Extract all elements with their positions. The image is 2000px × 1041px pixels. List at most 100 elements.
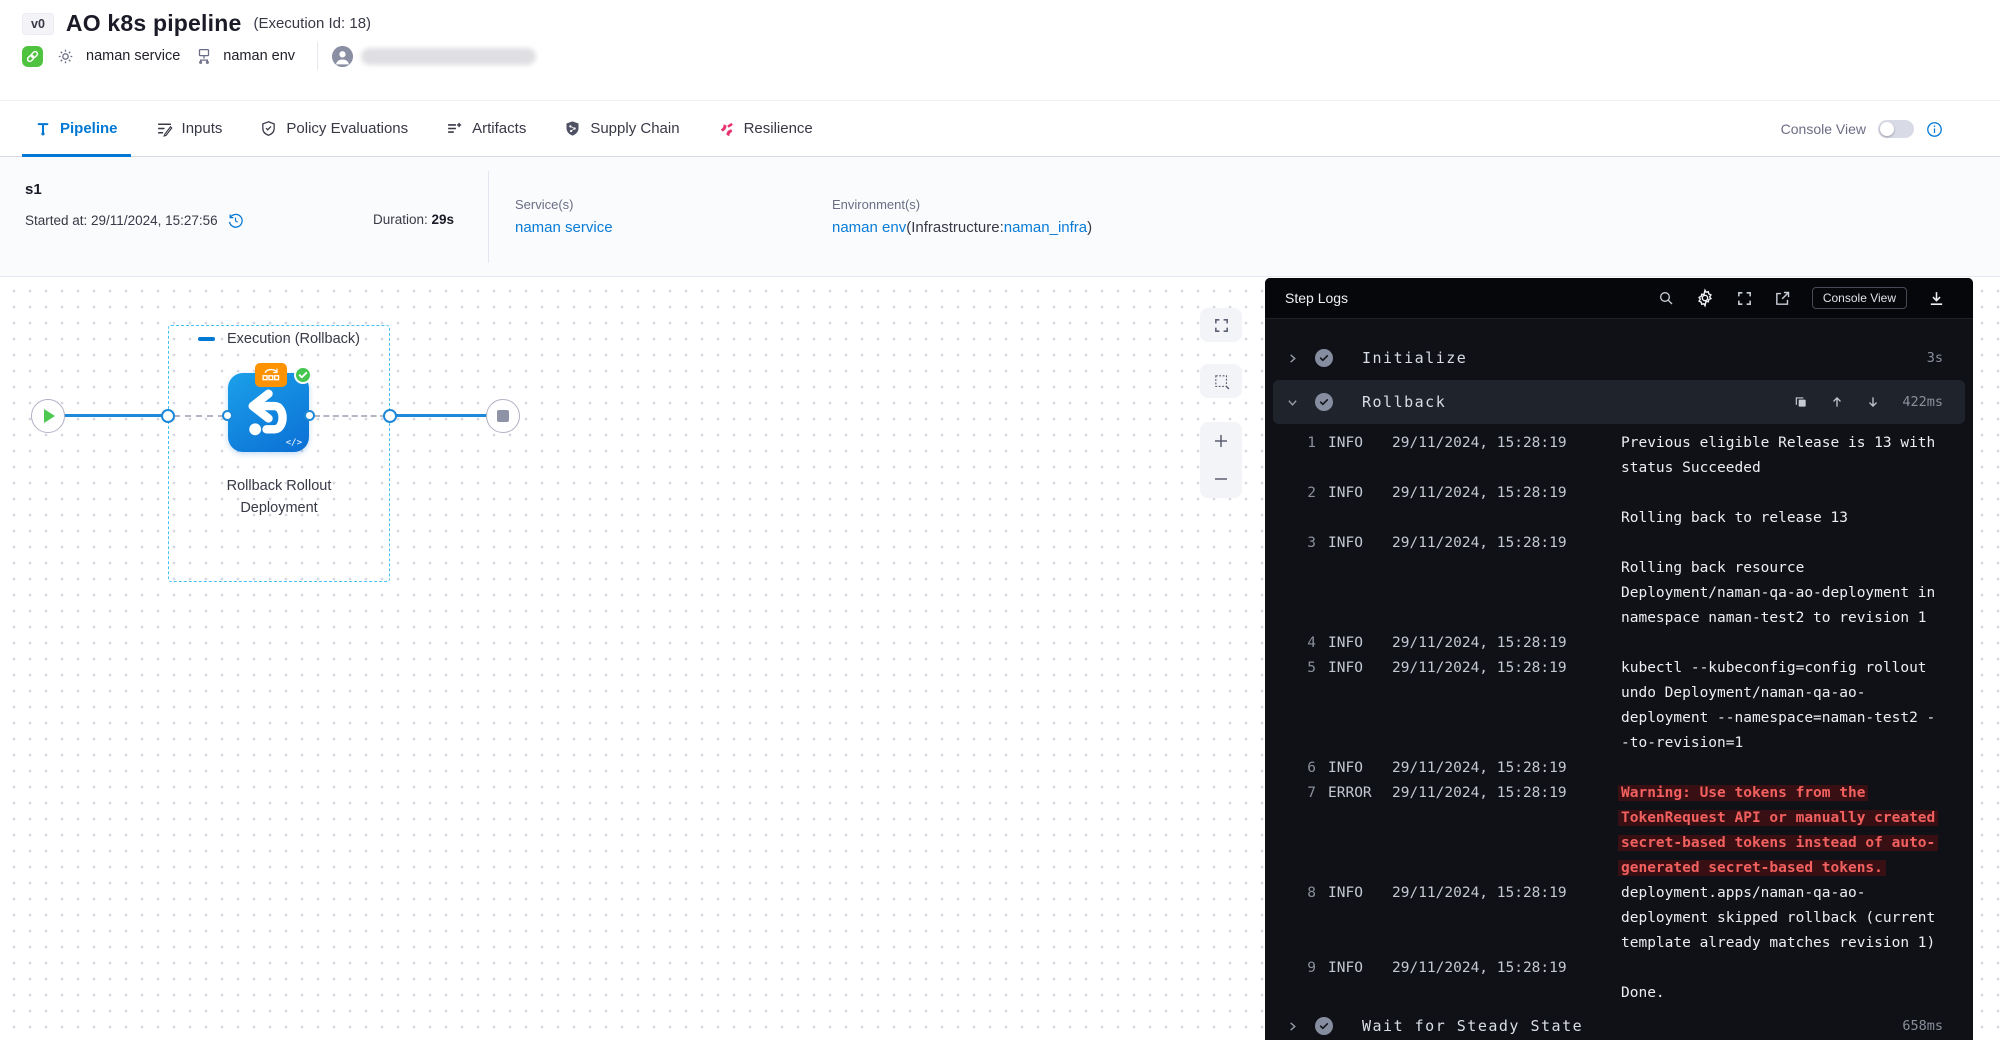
console-view-label: Console View — [1781, 121, 1866, 137]
pipeline-icon — [35, 120, 51, 137]
chevron-right-icon[interactable] — [1287, 1021, 1299, 1032]
console-view-button[interactable]: Console View — [1812, 287, 1907, 309]
stop-icon — [497, 410, 509, 422]
log-row: 7ERROR29/11/2024, 15:28:19Warning: Use t… — [1265, 781, 1973, 881]
services-column: Service(s) naman service — [515, 197, 613, 236]
tab-label: Artifacts — [472, 120, 526, 137]
log-lines: 1INFO29/11/2024, 15:28:19Previous eligib… — [1265, 424, 1973, 1006]
download-logs-icon[interactable] — [1928, 290, 1945, 307]
duration-label: Duration: — [373, 212, 432, 227]
step-name: Wait for Steady State — [1362, 1017, 1583, 1035]
log-settings-gear-icon[interactable] — [1695, 288, 1715, 308]
fullscreen-icon[interactable] — [1736, 290, 1753, 307]
gear-icon[interactable] — [56, 47, 75, 66]
group-label-text: Execution (Rollback) — [227, 331, 360, 347]
step-success-badge-icon — [294, 366, 312, 384]
header-environment-name: naman env — [223, 48, 295, 64]
log-row: 5INFO29/11/2024, 15:28:19kubectl --kubec… — [1265, 656, 1973, 756]
group-right-port — [383, 409, 397, 423]
supply-chain-shield-icon — [564, 120, 581, 137]
step-success-icon — [1315, 1017, 1333, 1035]
tab-policy-evaluations[interactable]: Policy Evaluations — [247, 101, 421, 156]
service-link[interactable]: naman service — [515, 219, 613, 236]
log-row: 2INFO29/11/2024, 15:28:19 Rolling back t… — [1265, 481, 1973, 531]
rollout-deployment-badge-icon — [255, 363, 287, 387]
tab-supply-chain[interactable]: Supply Chain — [551, 101, 692, 156]
history-icon[interactable] — [227, 212, 244, 229]
node-right-port — [304, 410, 315, 421]
group-left-port — [161, 409, 175, 423]
log-message: kubectl --kubeconfig=config rolloutundo … — [1580, 656, 1943, 756]
zoom-out-button[interactable] — [1200, 460, 1242, 498]
log-message: Done. — [1580, 956, 1943, 1006]
edge-group-to-end — [395, 414, 489, 417]
log-row: 8INFO29/11/2024, 15:28:19deployment.apps… — [1265, 881, 1973, 956]
tab-artifacts[interactable]: Artifacts — [433, 101, 539, 156]
step-code-glyph: </> — [286, 438, 302, 448]
canvas-select-area-button[interactable] — [1200, 364, 1242, 398]
tab-label: Inputs — [182, 120, 223, 137]
chevron-down-icon[interactable] — [1287, 397, 1299, 408]
pipeline-execution-page: v0 AO k8s pipeline (Execution Id: 18) na… — [0, 0, 2000, 1041]
console-view-toggle[interactable] — [1878, 120, 1914, 138]
tab-label: Policy Evaluations — [286, 120, 408, 137]
started-at-text: Started at: 29/11/2024, 15:27:56 — [25, 213, 218, 228]
step-success-icon — [1315, 349, 1333, 367]
title-row: v0 AO k8s pipeline (Execution Id: 18) — [22, 10, 371, 37]
log-row: 4INFO29/11/2024, 15:28:19 — [1265, 631, 1973, 656]
environment-link[interactable]: naman env(Infrastructure:naman_infra) — [832, 219, 1092, 236]
chevron-right-icon[interactable] — [1287, 353, 1299, 364]
zoom-in-button[interactable] — [1200, 422, 1242, 460]
tab-bar-right: Console View — [1781, 101, 1943, 157]
open-in-new-icon[interactable] — [1774, 290, 1791, 307]
step-row-initialize[interactable]: Initialize 3s — [1265, 338, 1973, 378]
step-duration: 658ms — [1902, 1018, 1943, 1034]
duration-value: 29s — [432, 212, 455, 227]
divider — [317, 42, 318, 70]
info-icon[interactable] — [1926, 121, 1943, 138]
step-node-label: Rollback Rollout Deployment — [168, 475, 390, 519]
stage-duration: Duration: 29s — [373, 212, 454, 227]
top-header: v0 AO k8s pipeline (Execution Id: 18) na… — [0, 0, 2000, 100]
step-row-rollback[interactable]: Rollback 422ms — [1273, 380, 1965, 424]
tab-label: Pipeline — [60, 120, 118, 137]
step-duration: 3s — [1927, 350, 1943, 366]
copy-logs-icon[interactable] — [1794, 395, 1808, 409]
search-icon[interactable] — [1658, 290, 1674, 306]
page-title: AO k8s pipeline — [66, 10, 242, 37]
stage-info-bar: s1 Started at: 29/11/2024, 15:27:56 Dura… — [0, 157, 2000, 277]
edge-start-to-group — [64, 414, 169, 417]
tab-pipeline[interactable]: Pipeline — [22, 101, 131, 156]
execution-group-label: Execution (Rollback) — [168, 331, 390, 347]
pipeline-canvas[interactable]: Execution (Rollback) </> — [0, 277, 2000, 1041]
log-message: Previous eligible Release is 13 withstat… — [1580, 431, 1943, 481]
log-message: Rolling back resourceDeployment/naman-qa… — [1580, 531, 1943, 631]
canvas-zoom-controls — [1200, 422, 1242, 498]
node-left-port — [222, 410, 233, 421]
log-row: 3INFO29/11/2024, 15:28:19 Rolling back r… — [1265, 531, 1973, 631]
step-name: Initialize — [1362, 349, 1467, 367]
divider — [488, 171, 489, 263]
list-plus-icon — [446, 120, 463, 137]
step-logs-panel: Step Logs Console View — [1265, 278, 1973, 1040]
tab-inputs[interactable]: Inputs — [143, 101, 236, 156]
environments-label: Environment(s) — [832, 197, 1092, 212]
log-row: 9INFO29/11/2024, 15:28:19 Done. — [1265, 956, 1973, 1006]
canvas-fit-view-button[interactable] — [1200, 308, 1242, 342]
environment-icon — [195, 47, 213, 65]
log-row: 6INFO29/11/2024, 15:28:19 — [1265, 756, 1973, 781]
tab-label: Resilience — [744, 120, 813, 137]
log-message — [1580, 756, 1943, 781]
collapse-group-icon[interactable] — [198, 337, 215, 341]
step-row-wait-for-steady-state[interactable]: Wait for Steady State 658ms — [1265, 1006, 1973, 1040]
pipeline-end-node — [486, 399, 520, 433]
step-success-icon — [1315, 393, 1333, 411]
stage-name: s1 — [25, 181, 42, 198]
shield-check-icon — [260, 120, 277, 137]
scroll-up-icon[interactable] — [1830, 395, 1844, 409]
scroll-down-icon[interactable] — [1866, 395, 1880, 409]
cd-module-icon — [22, 46, 43, 67]
tab-bar: Pipeline Inputs Policy Evaluations Artif… — [0, 100, 2000, 157]
tab-resilience[interactable]: Resilience — [705, 101, 826, 156]
step-logs-header: Step Logs Console View — [1265, 278, 1973, 319]
